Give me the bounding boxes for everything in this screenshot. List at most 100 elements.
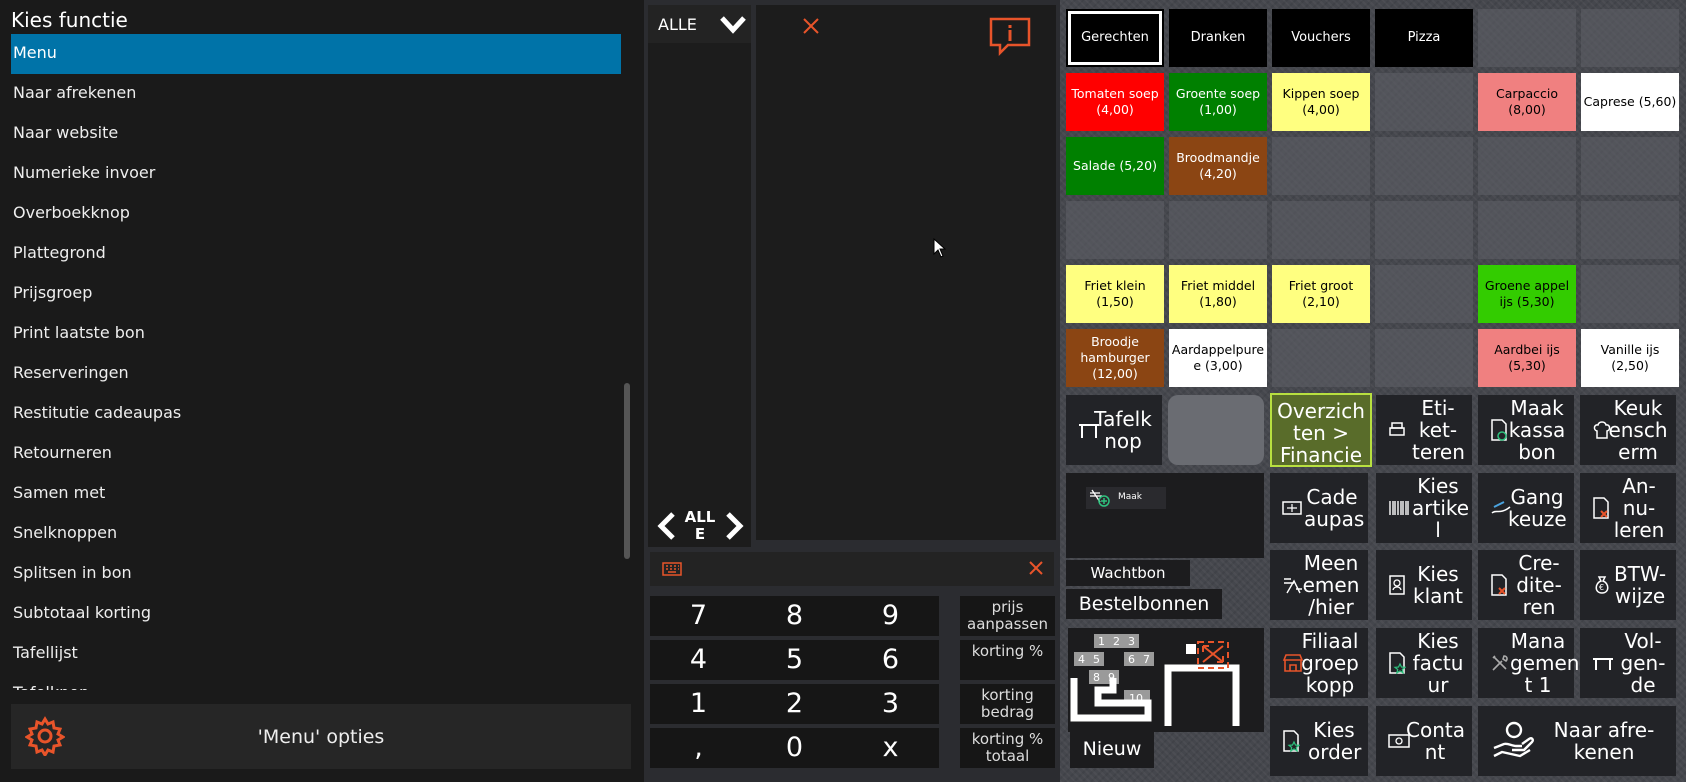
product-button[interactable]: Vanille ijs (2,50) [1581,329,1679,387]
wachtbon-mini-label: Maak [1118,492,1143,502]
function-item[interactable]: Print laatste bon [11,314,621,354]
chevron-left-icon[interactable] [656,511,678,541]
keypad-key[interactable]: , [650,728,747,768]
keyboard-icon[interactable] [662,562,682,576]
money-bag-icon: € [1595,576,1609,594]
order-lines-area[interactable] [756,5,1056,540]
close-icon[interactable] [802,17,820,35]
keypad-side-key[interactable]: korting % [960,640,1055,680]
scrollbar-track[interactable] [624,34,630,690]
product-button[interactable]: Friet groot (2,10) [1272,265,1370,323]
overzichten-label: Overzich ten > Financie [1277,399,1365,467]
kies-order-button[interactable]: Kies order [1270,706,1368,776]
contant-button[interactable]: Conta nt [1376,706,1472,776]
keukenscherm-button[interactable]: Keuk ensch erm [1580,395,1676,465]
keypad-key[interactable]: 4 [650,640,747,680]
nieuw-button[interactable]: Nieuw [1070,730,1154,768]
function-item[interactable]: Tafelknop [11,674,621,690]
category-pager: ALL E [648,505,751,547]
function-item[interactable]: Tafellijst [11,634,621,674]
category-tab[interactable]: Dranken [1169,9,1267,67]
info-message-icon[interactable] [988,16,1032,56]
table-number: 1 [1098,635,1105,648]
filiaal-groep-button[interactable]: Filiaal groep kopp [1270,628,1368,698]
function-item[interactable]: Subtotaal korting [11,594,621,634]
category-tab[interactable]: Gerechten [1066,9,1164,67]
keypad-key[interactable]: 9 [842,596,939,636]
cancel-receipt-icon [1593,497,1609,519]
function-item[interactable]: Naar afrekenen [11,74,621,114]
category-dropdown[interactable]: ALLE [648,5,751,43]
function-item[interactable]: Plattegrond [11,234,621,274]
product-button[interactable]: Broodje hamburger (12,00) [1066,329,1164,387]
keypad-key[interactable]: 2 [746,684,843,724]
keypad-key[interactable]: 1 [650,684,747,724]
product-button[interactable]: Tomaten soep (4,00) [1066,73,1164,131]
product-button[interactable]: Friet klein (1,50) [1066,265,1164,323]
function-item[interactable]: Samen met [11,474,621,514]
options-button[interactable]: 'Menu' opties [11,704,631,769]
kies-klant-button[interactable]: Kies klant [1376,550,1472,620]
keypad-key[interactable]: x [842,728,939,768]
product-button[interactable]: Aardbei ijs (5,30) [1478,329,1576,387]
product-button[interactable]: Aardappelpure e (3,00) [1169,329,1267,387]
btw-wijze-button[interactable]: € BTW- wijze [1580,550,1676,620]
product-button[interactable]: Salade (5,20) [1066,137,1164,195]
keypad-key[interactable]: 5 [746,640,843,680]
kies-artikel-button[interactable]: Kies artike l [1376,473,1472,543]
mouse-cursor [933,238,947,258]
function-item[interactable]: Menu [11,34,621,74]
function-list[interactable]: Menu Naar afrekenen Naar website Numerieke … [11,34,621,690]
keypad-side-key[interactable]: korting % totaal [960,728,1055,768]
function-item[interactable]: Numerieke invoer [11,154,621,194]
keypad-key[interactable]: 6 [842,640,939,680]
keypad-key[interactable]: 8 [746,596,843,636]
crediteren-button[interactable]: Cre- dite- ren [1478,550,1574,620]
gang-keuze-button[interactable]: Gang keuze [1478,473,1574,543]
keypad-key[interactable]: 0 [746,728,843,768]
overzichten-financien-button[interactable]: Overzich ten > Financie [1270,393,1372,467]
meenemen-hier-button[interactable]: Meen emen /hier [1270,550,1368,620]
naar-afrekenen-button[interactable]: Naar afre- kenen [1478,706,1676,776]
function-item[interactable]: Naar website [11,114,621,154]
product-button[interactable]: Broodmandje (4,20) [1169,137,1267,195]
numeric-input-bar[interactable] [650,552,1054,586]
function-item[interactable]: Retourneren [11,434,621,474]
volgende-button[interactable]: Vol- gen- de [1580,628,1676,698]
wachtbon-label[interactable]: Wachtbon [1066,560,1190,586]
category-tab[interactable]: Vouchers [1272,9,1370,67]
kies-factuur-button[interactable]: Kies factu ur [1376,628,1472,698]
product-button[interactable]: Kippen soep (4,00) [1272,73,1370,131]
category-tab[interactable]: Pizza [1375,9,1473,67]
keypad-key[interactable]: 7 [650,596,747,636]
function-item[interactable]: Prijsgroep [11,274,621,314]
maak-kassabon-button[interactable]: Maak kassa bon [1478,395,1574,465]
product-button[interactable]: Friet middel (1,80) [1169,265,1267,323]
function-item[interactable]: Restitutie cadeaupas [11,394,621,434]
wachtbon-preview[interactable]: Maak [1066,473,1264,558]
clear-icon[interactable] [1028,560,1044,576]
product-button[interactable]: Carpaccio (8,00) [1478,73,1576,131]
bestelbonnen-button[interactable]: Bestelbonnen [1066,589,1222,619]
keypad-key[interactable]: 3 [842,684,939,724]
empty-function-button[interactable] [1168,395,1264,465]
keypad-side-key[interactable]: korting bedrag [960,684,1055,724]
cadeaupas-button[interactable]: Cade aupas [1270,473,1368,543]
chevron-right-icon[interactable] [723,511,745,541]
tafelknop-button[interactable]: Tafelk nop [1066,395,1162,465]
function-item[interactable]: Splitsen in bon [11,554,621,594]
etiketten-button[interactable]: Eti- ket- teren [1376,395,1472,465]
keypad-side-key[interactable]: prijs aanpassen [960,596,1055,636]
scrollbar-thumb[interactable] [624,383,630,559]
management-button[interactable]: Mana gemen t 1 [1478,628,1579,698]
product-button[interactable]: Groene appel ijs (5,30) [1478,265,1576,323]
function-item[interactable]: Overboekknop [11,194,621,234]
product-button[interactable]: Groente soep (1,00) [1169,73,1267,131]
annuleren-button[interactable]: An- nu- leren [1580,473,1676,543]
function-item[interactable]: Snelknoppen [11,514,621,554]
product-button[interactable]: Caprese (5,60) [1581,73,1679,131]
table-map-preview[interactable]: 1 2 3 4 5 6 7 8 9 10 [1068,628,1264,732]
annuleren-label: An- nu- leren [1613,474,1665,542]
empty-product-slot [1375,329,1473,387]
function-item[interactable]: Reserveringen [11,354,621,394]
